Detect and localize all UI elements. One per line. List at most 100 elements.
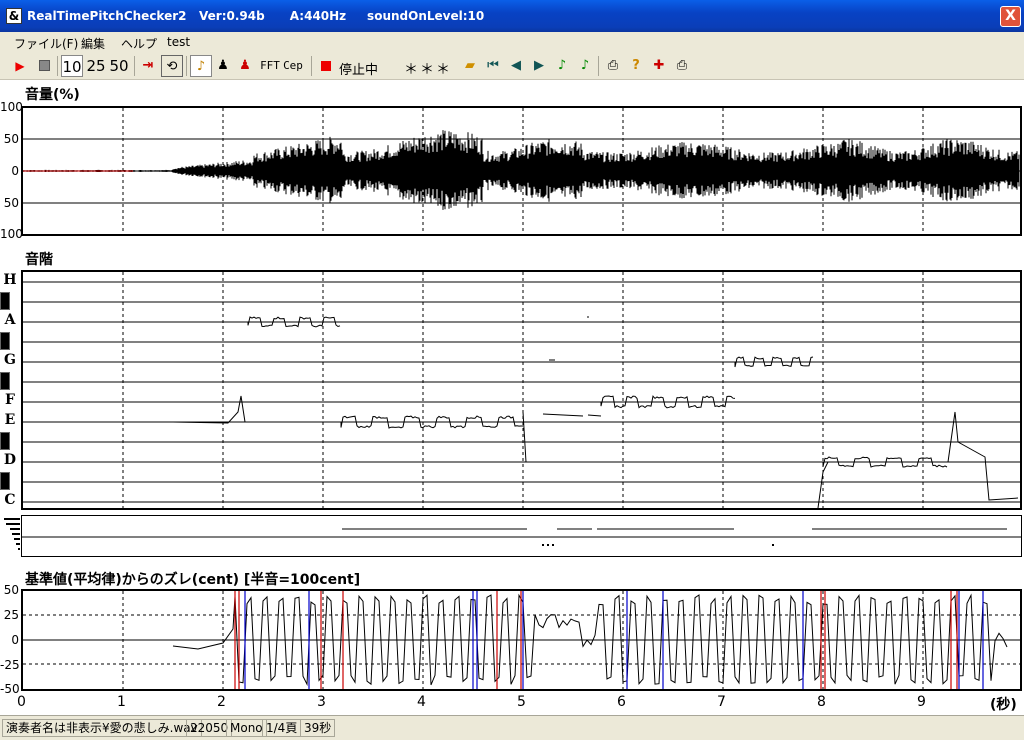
note-label: D bbox=[3, 452, 17, 468]
violin-button[interactable]: ♪ bbox=[190, 55, 212, 77]
pitch-segment bbox=[172, 395, 246, 424]
dot bbox=[8, 523, 10, 525]
x-unit-label: (秒) bbox=[990, 697, 1017, 713]
dot bbox=[18, 528, 20, 530]
pitch-trace bbox=[23, 272, 1020, 508]
dot bbox=[14, 538, 16, 540]
pitch-segment bbox=[947, 411, 1019, 501]
open-folder-button[interactable]: ▰ bbox=[460, 55, 480, 77]
dot bbox=[14, 523, 16, 525]
volume-plot[interactable] bbox=[21, 106, 1022, 236]
x-tick: 5 bbox=[517, 694, 526, 710]
x-tick: 7 bbox=[717, 694, 726, 710]
play-button[interactable]: ▶ bbox=[10, 55, 30, 77]
app-icon[interactable]: & bbox=[6, 8, 22, 24]
menu-bar: ファイル(F) 編集 ヘルプ test bbox=[0, 32, 1024, 52]
prev-page-button[interactable]: ◀ bbox=[507, 55, 525, 77]
marker-button[interactable]: ✚ bbox=[650, 55, 668, 77]
menu-test[interactable]: test bbox=[167, 35, 190, 49]
dot bbox=[16, 533, 18, 535]
first-page-button[interactable]: ⏮ bbox=[484, 55, 502, 77]
violin-icon: ♪ bbox=[196, 59, 206, 74]
folder-icon: ▰ bbox=[465, 58, 475, 73]
black-key bbox=[0, 292, 10, 310]
octave-trace bbox=[22, 528, 1021, 546]
person-icon: ♟ bbox=[217, 58, 229, 73]
strip-dot bbox=[542, 544, 544, 546]
zoom-25-button[interactable]: 25 bbox=[85, 55, 107, 77]
x-tick: 2 bbox=[217, 694, 226, 710]
print-alt-button[interactable]: ⎙ bbox=[673, 55, 691, 77]
fft-button[interactable]: FFT bbox=[260, 55, 280, 77]
toolbar: ▶ 10 25 50 ⇥ ⟲ ♪ ♟ ♟ FFT Cep 停止中 ＊＊＊ ▰ ⏮… bbox=[0, 52, 1024, 80]
deviation-y-label: 50 bbox=[3, 583, 19, 597]
dot bbox=[18, 533, 20, 535]
dot bbox=[18, 518, 20, 520]
zoom-50-button[interactable]: 50 bbox=[108, 55, 130, 77]
dot bbox=[12, 518, 14, 520]
dot bbox=[6, 518, 8, 520]
loop-button[interactable]: ⟲ bbox=[161, 55, 183, 77]
deviation-y-label: -25 bbox=[0, 658, 20, 672]
stop-button[interactable] bbox=[33, 55, 55, 77]
dot bbox=[14, 528, 16, 530]
status-bar: 演奏者名は非表示¥愛の悲しみ.wav 22050 Mono 1/4頁 39秒 bbox=[0, 715, 1024, 740]
deviation-plot[interactable] bbox=[21, 589, 1022, 691]
loop-icon: ⟲ bbox=[166, 59, 178, 74]
jump-end-button[interactable]: ⇥ bbox=[138, 55, 158, 77]
dot bbox=[16, 528, 18, 530]
window-title: RealTimePitchChecker2 Ver:0.94b A:440Hz … bbox=[27, 9, 485, 23]
first-icon: ⏮ bbox=[487, 58, 499, 73]
app-window: & RealTimePitchChecker2 Ver:0.94b A:440H… bbox=[0, 0, 1024, 740]
note-label: G bbox=[4, 352, 16, 368]
cepstrum-button[interactable]: Cep bbox=[282, 55, 304, 77]
title-bar[interactable]: & RealTimePitchChecker2 Ver:0.94b A:440H… bbox=[0, 0, 1024, 32]
pitch-segment bbox=[542, 316, 602, 417]
close-button[interactable]: X bbox=[1000, 6, 1021, 27]
next-page-button[interactable]: ▶ bbox=[530, 55, 548, 77]
prev-icon: ◀ bbox=[511, 58, 521, 73]
note-icon: ♪ bbox=[557, 58, 567, 73]
note-label: H bbox=[3, 272, 17, 288]
singer-button[interactable]: ♟ bbox=[214, 55, 232, 77]
dot bbox=[14, 518, 16, 520]
note-icon: ♪ bbox=[580, 58, 590, 73]
deviation-panel-title: 基準値(平均律)からのズレ(cent) [半音=100cent] bbox=[25, 572, 361, 588]
note-button-1[interactable]: ♪ bbox=[553, 55, 571, 77]
menu-edit[interactable]: 編集 bbox=[81, 35, 105, 52]
toolbar-separator bbox=[186, 56, 187, 76]
toolbar-separator bbox=[57, 56, 58, 76]
dot bbox=[18, 548, 20, 550]
x-tick: 3 bbox=[317, 694, 326, 710]
dot bbox=[4, 518, 6, 520]
note-button-2[interactable]: ♪ bbox=[576, 55, 594, 77]
dot bbox=[12, 533, 14, 535]
octave-strip[interactable] bbox=[21, 515, 1022, 557]
dot bbox=[14, 533, 16, 535]
x-tick: 1 bbox=[117, 694, 126, 710]
toolbar-separator bbox=[311, 56, 312, 76]
menu-file[interactable]: ファイル(F) bbox=[14, 35, 78, 52]
toolbar-separator bbox=[598, 56, 599, 76]
volume-y-label: 100 bbox=[0, 100, 23, 114]
note-label: F bbox=[5, 392, 15, 408]
dot bbox=[10, 528, 12, 530]
person-red-icon: ♟ bbox=[239, 58, 251, 73]
help-button[interactable]: ? bbox=[627, 55, 645, 77]
status-page: 1/4頁 bbox=[262, 719, 302, 737]
dot bbox=[6, 523, 8, 525]
zoom-10-button[interactable]: 10 bbox=[61, 55, 83, 77]
black-key bbox=[0, 332, 10, 350]
print-button[interactable]: ⎙ bbox=[604, 55, 622, 77]
menu-help[interactable]: ヘルプ bbox=[121, 35, 157, 52]
dot bbox=[10, 518, 12, 520]
volume-waveform bbox=[23, 108, 1020, 234]
x-tick: 0 bbox=[17, 694, 26, 710]
status-duration: 39秒 bbox=[300, 719, 336, 737]
help-icon: ? bbox=[632, 58, 640, 73]
singer-alt-button[interactable]: ♟ bbox=[236, 55, 254, 77]
black-key bbox=[0, 432, 10, 450]
scale-plot[interactable] bbox=[21, 270, 1022, 510]
dot bbox=[10, 523, 12, 525]
note-label: A bbox=[4, 312, 16, 328]
